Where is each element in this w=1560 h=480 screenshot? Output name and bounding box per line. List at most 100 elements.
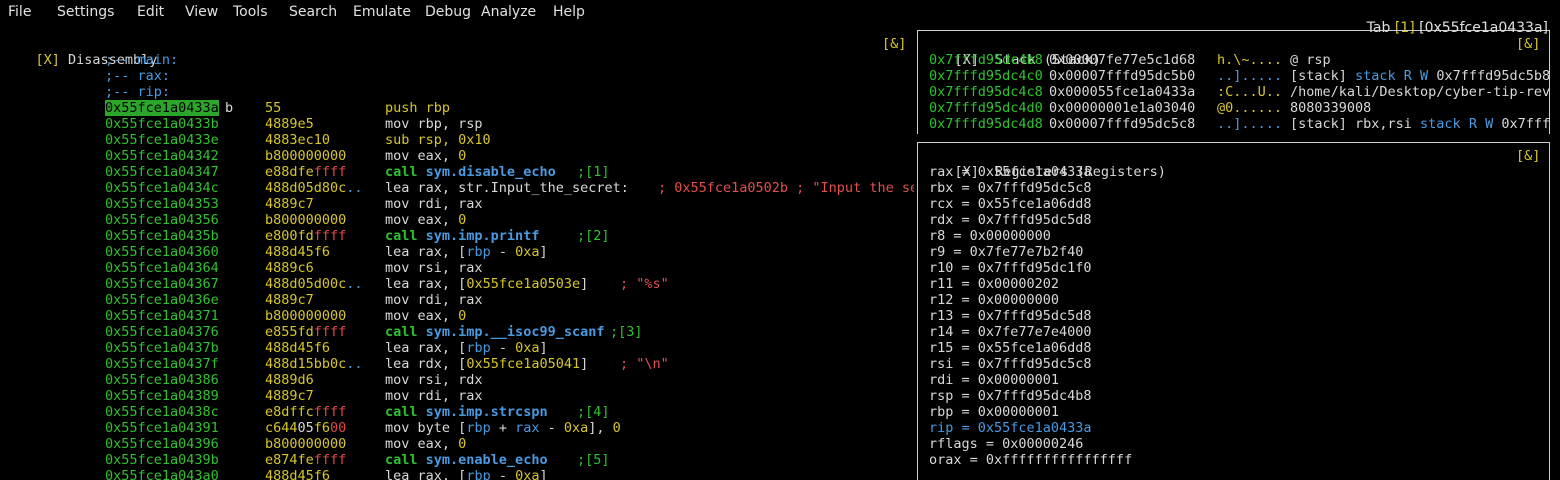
instruction-address[interactable]: 0x55fce1a04371 [105,308,219,324]
disassembly-row[interactable]: 0x55fce1a04342 b800000000 mov eax, 0 [0,148,914,164]
disassembly-detach-button[interactable]: [&] [882,36,906,52]
register-row[interactable]: r8 = 0x00000000 [929,228,1051,244]
registers-detach-button[interactable]: [&] [1516,148,1540,164]
instruction-address[interactable]: 0x55fce1a04386 [105,372,219,388]
disassembly-row[interactable]: 0x55fce1a0434c 488d05d80c.. lea rax, str.I… [0,180,914,196]
disassembly-row[interactable]: 0x55fce1a04389 4889c7 mov rdi, rax [0,388,914,404]
menu-file[interactable]: File [8,4,31,20]
instruction-address[interactable]: 0x55fce1a0438c [105,404,219,420]
menu-settings[interactable]: Settings [57,4,114,20]
disassembly-row[interactable]: 0x55fce1a0433e 4883ec10 sub rsp, 0x10 [0,132,914,148]
instruction-address[interactable]: 0x55fce1a04364 [105,260,219,276]
disassembly-row[interactable]: 0x55fce1a0439b e874feffff call sym.enable_… [0,452,914,468]
stack-row[interactable]: 0x7fffd95dc4d0 0x00000001e1a03040 @0......… [918,100,1549,116]
disassembly-row[interactable]: 0x55fce1a04360 488d45f6 lea rax, [rbp - 0x… [0,244,914,260]
disassembly-row[interactable]: 0x55fce1a04364 4889c6 mov rsi, rax [0,260,914,276]
disassembly-row[interactable]: 0x55fce1a0437f 488d15bb0c.. lea rdx, [0x55… [0,356,914,372]
register-row[interactable]: rdx = 0x7fffd95dc5d8 [929,212,1092,228]
stack-row[interactable]: 0x7fffd95dc4b8 0x00007fe77e5c1d68 h.\~....… [918,52,1549,68]
menu-edit[interactable]: Edit [137,4,164,20]
instruction-address[interactable]: 0x55fce1a0433b [105,116,219,132]
instruction-address[interactable]: 0x55fce1a043a0 [105,468,219,480]
instruction-address[interactable]: 0x55fce1a04342 [105,148,219,164]
register-row[interactable]: r11 = 0x00000202 [929,276,1059,292]
register-row[interactable]: rsp = 0x7fffd95dc4b8 [929,388,1092,404]
instruction-address[interactable]: 0x55fce1a04353 [105,196,219,212]
register-row[interactable]: rcx = 0x55fce1a06dd8 [929,196,1092,212]
instruction-address[interactable]: 0x55fce1a0437f [105,356,219,372]
instruction-bytes: 4889c7 [265,388,314,404]
instruction-address[interactable]: 0x55fce1a04376 [105,324,219,340]
disassembly-row[interactable]: 0x55fce1a0436e 4889c7 mov rdi, rax [0,292,914,308]
stack-row[interactable]: 0x7fffd95dc4c8 0x000055fce1a0433a:C...U..… [918,84,1549,100]
menu-tools[interactable]: Tools [233,4,268,20]
stack-row[interactable]: 0x7fffd95dc4d8 0x00007fffd95dc5c8..].....… [918,116,1549,132]
menu-search[interactable]: Search [289,4,337,20]
instruction-address[interactable]: 0x55fce1a0434c [105,180,219,196]
register-row[interactable]: rax = 0x55fce1a0433a [929,164,1092,180]
disassembly-row[interactable]: 0x55fce1a0435b e800fdffff call sym.imp.pri… [0,228,914,244]
menu-view[interactable]: View [185,4,218,20]
instruction-address[interactable]: 0x55fce1a04347 [105,164,219,180]
instruction-address[interactable]: 0x55fce1a0439b [105,452,219,468]
disassembly-listing[interactable]: ;-- main: ;-- rax: ;-- rip: 0x55fce1a0433a b… [0,52,914,480]
instruction-address[interactable]: 0x55fce1a0433e [105,132,219,148]
stack-address[interactable]: 0x7fffd95dc4d8 [929,116,1043,132]
register-row[interactable]: r15 = 0x55fce1a06dd8 [929,340,1092,356]
disassembly-row[interactable]: 0x55fce1a0438c e8dffcffff call sym.imp.str… [0,404,914,420]
register-row[interactable]: rip = 0x55fce1a0433a [929,420,1092,436]
register-row[interactable]: rdi = 0x00000001 [929,372,1059,388]
disassembly-row[interactable]: 0x55fce1a0433a b 55 push rbp [0,100,914,116]
register-row[interactable]: orax = 0xffffffffffffffff [929,452,1132,468]
register-row[interactable]: rbp = 0x00000001 [929,404,1059,420]
instruction-address[interactable]: 0x55fce1a04360 [105,244,219,260]
menu-emulate[interactable]: Emulate [353,4,411,20]
register-row[interactable]: r10 = 0x7fffd95dc1f0 [929,260,1092,276]
disassembly-panel[interactable]: [X] Disassembly [&] ;-- main: ;-- rax: ;--… [0,36,914,480]
disassembly-row[interactable]: 0x55fce1a0437b 488d45f6 lea rax, [rbp - 0x… [0,340,914,356]
disassembly-row[interactable]: 0x55fce1a04367 488d05d00c.. lea rax, [0x55… [0,276,914,292]
instruction-address[interactable]: 0x55fce1a04389 [105,388,219,404]
disassembly-row[interactable]: 0x55fce1a04376 e855fdffff call sym.imp.__i… [0,324,914,340]
disassembly-row[interactable]: 0x55fce1a04386 4889d6 mov rsi, rdx [0,372,914,388]
stack-address[interactable]: 0x7fffd95dc4d0 [929,100,1043,116]
register-row[interactable]: rflags = 0x00000246 [929,436,1083,452]
stack-address[interactable]: 0x7fffd95dc4c0 [929,68,1043,84]
register-row[interactable]: r9 = 0x7fe77e7b2f40 [929,244,1083,260]
instruction-address[interactable]: 0x55fce1a04367 [105,276,219,292]
instruction-address[interactable]: 0x55fce1a04396 [105,436,219,452]
register-row[interactable]: rsi = 0x7fffd95dc5c8 [929,356,1092,372]
disassembly-row[interactable]: 0x55fce1a04347 e88dfeffff call sym.disable… [0,164,914,180]
instruction-address[interactable]: 0x55fce1a0433a [105,100,219,116]
stack-row[interactable]: 0x7fffd95dc4c0 0x00007fffd95dc5b0..].....… [918,68,1549,84]
register-row[interactable]: r14 = 0x7fe77e7e4000 [929,324,1092,340]
byte-segment: .. [346,180,363,196]
disassembly-row[interactable]: 0x55fce1a0433b 4889e5 mov rbp, rsp [0,116,914,132]
registers-panel[interactable]: [X] Registers (Registers) [&] rax = 0x55… [918,148,1549,480]
instruction-address[interactable]: 0x55fce1a0435b [105,228,219,244]
register-row[interactable]: rbx = 0x7fffd95dc5c8 [929,180,1092,196]
register-row[interactable]: r13 = 0x7fffd95dc5d8 [929,308,1092,324]
stack-panel[interactable]: [X] Stack (Stack) [&] 0x7fffd95dc4b8 0x00… [918,36,1549,132]
menu-analyze[interactable]: Analyze [481,4,536,20]
disassembly-row[interactable]: 0x55fce1a04356 b800000000 mov eax, 0 [0,212,914,228]
disassembly-row[interactable]: 0x55fce1a043a0 488d45f6 lea rax, [rbp - 0x… [0,468,914,480]
stack-address[interactable]: 0x7fffd95dc4b8 [929,52,1043,68]
instruction-address[interactable]: 0x55fce1a0437b [105,340,219,356]
stack-address[interactable]: 0x7fffd95dc4c8 [929,84,1043,100]
instruction-comment: ; "\n" [620,356,669,372]
disassembly-row[interactable]: 0x55fce1a04396 b800000000 mov eax, 0 [0,436,914,452]
instruction-address[interactable]: 0x55fce1a04356 [105,212,219,228]
menu-help[interactable]: Help [553,4,585,20]
byte-segment: f6 [313,420,331,436]
instruction-address[interactable]: 0x55fce1a04391 [105,420,219,436]
disassembly-row[interactable]: 0x55fce1a04371 b800000000 mov eax, 0 [0,308,914,324]
disassembly-row[interactable]: 0x55fce1a04391 c64405f600 mov byte [rbp + … [0,420,914,436]
instruction-address[interactable]: 0x55fce1a0436e [105,292,219,308]
registers-listing[interactable]: rax = 0x55fce1a0433a rbx = 0x7fffd95dc5c8… [918,164,1549,480]
stack-detach-button[interactable]: [&] [1516,36,1540,52]
menu-debug[interactable]: Debug [425,4,471,20]
disassembly-row[interactable]: 0x55fce1a04353 4889c7 mov rdi, rax [0,196,914,212]
stack-listing[interactable]: 0x7fffd95dc4b8 0x00007fe77e5c1d68 h.\~....… [918,52,1549,132]
register-row[interactable]: r12 = 0x00000000 [929,292,1059,308]
